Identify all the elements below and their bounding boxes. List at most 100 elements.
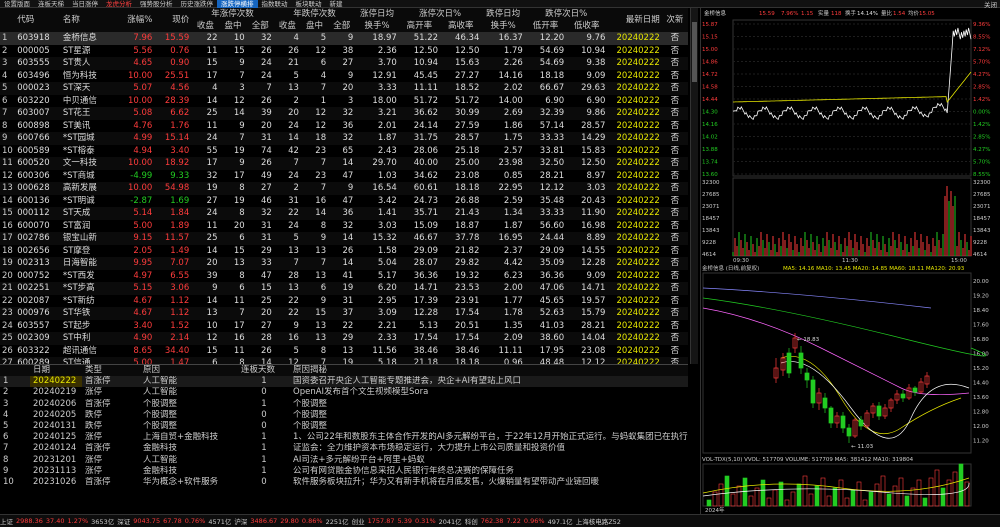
tab-0[interactable]: 设置版面: [0, 0, 34, 8]
tab-6[interactable]: 涨跌停横排: [217, 0, 258, 8]
table-row[interactable]: 16 600070 ST富润 5.00 1.89 11 20 31 24 8 32 3.03 15.09…: [0, 220, 688, 233]
reason-cell: 3: [3, 398, 9, 409]
table-row[interactable]: 12 600306 *ST商城 -4.99 9.33 32 17 49 24 23 47 1.03 34…: [0, 170, 688, 183]
table-cell: 2.43: [377, 145, 397, 156]
reason-row[interactable]: 1 20240222 首涨停 人工智能 1 国资委召开央企人工智能专题推进会，央企+AI有…: [0, 376, 688, 388]
table-row[interactable]: 7 603007 ST花王 5.08 6.62 25 14 39 20 12 32 3.21 36.62…: [0, 107, 688, 120]
table-cell: 26: [260, 45, 272, 56]
col-header[interactable]: 最新日期: [607, 8, 662, 32]
vol-bar: [730, 493, 736, 507]
col-header[interactable]: 名称: [60, 8, 113, 32]
vol-bar: [772, 489, 778, 507]
table-row[interactable]: 19 002313 日海智能 9.95 7.07 20 13 33 7 7 14 5.04 28.07 2…: [0, 257, 688, 270]
table-row[interactable]: 13 000628 高新发展 10.00 54.98 19 8 27 2 7 9 16.54 60.61…: [0, 182, 688, 195]
reason-col-header[interactable]: 原因揭秘: [290, 365, 688, 377]
scrollbar-thumb[interactable]: [692, 22, 697, 82]
table-row[interactable]: 18 002656 ST摩登 2.05 1.49 14 15 29 13 13 26 1.58 29.0…: [0, 245, 688, 258]
row-number: 24: [2, 320, 13, 331]
col-header[interactable]: 收盘: [191, 20, 220, 32]
status-item: 沪深: [234, 518, 248, 526]
tab-9[interactable]: 新建: [326, 0, 347, 8]
table-row[interactable]: 22 002087 *ST新纺 4.67 1.12 14 11 25 22 9 31 2.95 17.3…: [0, 295, 688, 308]
col-header[interactable]: 盘中: [219, 20, 247, 32]
table-row[interactable]: 25 002309 ST中利 4.90 2.14 12 16 28 16 13 29 2.33 17.5…: [0, 332, 688, 345]
reason-row[interactable]: 9 20231113 涨停 金融科技 1 公司有网贷融金协信息采招人民银行年终总决赛的保障…: [0, 466, 688, 477]
table-cell: 19: [233, 145, 245, 156]
table-row[interactable]: 11 600520 文一科技 10.00 18.92 17 9 26 7 7 14 29.70 40.0…: [0, 157, 688, 170]
col-header[interactable]: 低收率: [566, 20, 608, 32]
tab-3[interactable]: 龙虎分析: [102, 0, 136, 8]
reason-col-header[interactable]: 原因: [140, 365, 238, 377]
table-cell: 12: [315, 120, 327, 131]
reason-col-header[interactable]: 日期: [30, 365, 82, 377]
table-cell: 否: [670, 283, 680, 294]
table-cell: 11.11: [413, 83, 439, 94]
reason-row[interactable]: 7 20240124 首涨停 金融科技 1 证监会：全力维护资本市场稳定运行，大力提升上市…: [0, 443, 688, 454]
table-cell: 3.70: [377, 58, 397, 69]
table-cell: 3.40: [133, 320, 153, 331]
reason-row[interactable]: 5 20240131 跌停 个股调整 0 个股调整: [0, 421, 688, 432]
reason-cell: 20240125: [33, 432, 77, 443]
col-header[interactable]: 全部: [246, 20, 274, 32]
col-header[interactable]: 低开率: [524, 20, 567, 32]
col-header[interactable]: 高收率: [440, 20, 482, 32]
reason-row[interactable]: 4 20240205 跌停 个股调整 0 个股调整: [0, 410, 688, 421]
tab-8[interactable]: 板块联动: [292, 0, 326, 8]
table-row[interactable]: 17 002786 银宝山新 9.15 11.57 25 6 31 5 9 14 15.32 46.67…: [0, 232, 688, 245]
table-row[interactable]: 2 000005 ST星源 5.56 0.76 11 15 26 26 12 38 2.36 12.50…: [0, 45, 688, 58]
table-cell: 3.42: [377, 195, 397, 206]
table-row[interactable]: 5 000023 ST深天 5.07 4.56 4 3 7 13 7 20 3.33 11.11 18.5…: [0, 82, 688, 95]
table-row[interactable]: 14 600136 *ST明诚 -2.87 1.69 27 19 46 31 16 47 3.42 24…: [0, 195, 688, 208]
table-cell: 11: [206, 45, 218, 56]
table-row[interactable]: 21 002251 *ST步高 5.15 3.06 9 6 15 13 6 19 6.20 14.71 2…: [0, 282, 688, 295]
table-row[interactable]: 23 000976 ST华铁 4.67 1.12 13 7 20 22 15 37 3.09 12.28…: [0, 307, 688, 320]
tab-7[interactable]: 指数联动: [258, 0, 292, 8]
table-row[interactable]: 8 600898 ST美讯 4.76 1.76 11 9 20 24 12 36 2.01 24.14 2…: [0, 120, 688, 133]
col-header[interactable]: 换手%: [481, 20, 525, 32]
col-header[interactable]: 全部: [328, 20, 356, 32]
tab-1[interactable]: 连板天梯: [34, 0, 68, 8]
table-cell: 28.21: [581, 320, 606, 331]
table-row[interactable]: 3 603555 ST贵人 4.65 0.90 15 9 24 21 6 27 3.70 10.94 15…: [0, 57, 688, 70]
col-header[interactable]: 次新: [661, 8, 688, 32]
table-row[interactable]: 24 603557 ST起步 3.40 1.52 10 17 27 9 13 22 2.21 5.13 2…: [0, 320, 688, 333]
col-header[interactable]: 涨幅%: [113, 8, 155, 32]
table-cell: 7: [320, 158, 327, 169]
col-header[interactable]: 现价: [154, 8, 192, 32]
col-header[interactable]: 收盘: [273, 20, 301, 32]
reason-row[interactable]: 8 20231201 涨停 人工智能 1 AI司法+多元解纷平台+阿里+蚂蚁: [0, 455, 688, 466]
table-cell: 24: [288, 170, 299, 181]
tab-4[interactable]: 强势股分析: [136, 0, 177, 8]
vol-bar: [742, 477, 748, 507]
reason-col-header[interactable]: [0, 365, 30, 377]
table-row[interactable]: 9 600766 *ST园城 4.99 15.14 24 7 31 14 18 32 1.87 31.7…: [0, 132, 688, 145]
table-row[interactable]: 20 000752 *ST西发 4.97 6.55 39 8 47 28 13 41 5.17 36.3…: [0, 270, 688, 283]
table-scrollbar[interactable]: [690, 8, 698, 364]
vol-bar: [928, 477, 934, 507]
col-header[interactable]: 代码: [15, 8, 61, 32]
ma-line-60: [702, 297, 986, 357]
reason-row[interactable]: 10 20231026 首涨停 华为概念+软件服务 0 软件服务板块拉升；华为又有新手机将…: [0, 477, 688, 488]
tab-5[interactable]: 历史涨跌停: [177, 0, 218, 8]
table-cell: 29: [342, 333, 354, 344]
table-cell: 8: [239, 208, 245, 219]
col-header[interactable]: 高开率: [398, 20, 441, 32]
reason-panel: 日期 类型 原因 连板天数 原因揭秘 1 20240222 首涨停 人工智能 1 国资委召开央企人…: [0, 364, 688, 514]
table-row[interactable]: 10 600589 *ST榕泰 4.94 3.40 55 19 74 42 23 65 2.43 28.…: [0, 145, 688, 158]
table-row[interactable]: 15 000112 ST天成 5.14 1.84 24 8 32 22 14 36 1.41 35.71…: [0, 207, 688, 220]
col-header[interactable]: 盘中: [300, 20, 329, 32]
col-header[interactable]: 换手%: [355, 20, 399, 32]
reason-col-header[interactable]: 类型: [82, 365, 140, 377]
reason-col-header[interactable]: 连板天数: [238, 365, 290, 377]
table-row[interactable]: 1 603918 金桥信息 7.96 15.59 22 10 32 4 5 9 18.97 51.22 4…: [0, 32, 688, 45]
reason-row[interactable]: 2 20240219 涨停 人工智能 0 OpenAI发布首个文生视频模型Sora: [0, 387, 688, 398]
table-row[interactable]: 4 603496 恒为科技 10.00 25.51 17 7 24 5 4 9 12.91 45.45 2…: [0, 70, 688, 83]
reason-row[interactable]: 3 20240206 首涨停 个股调整 1 个股调整: [0, 399, 688, 410]
table-row[interactable]: 26 603322 超讯通信 8.65 34.40 15 11 26 5 8 13 11.56 38.4…: [0, 345, 688, 358]
tab-2[interactable]: 当日涨停: [68, 0, 102, 8]
table-row[interactable]: 6 603220 中贝通信 10.00 28.39 14 12 26 2 1 3 18.00 51.72…: [0, 95, 688, 108]
table-row[interactable]: 27 600289 ST信通 5.00 1.47 6 8 14 12 7 19 5.18 21.18 18…: [0, 357, 688, 364]
chart-canvas[interactable]: 金桥信息 15.59 7.96% 1.15 实量 118 换手 14.14% 量比 1.54 均价 1…: [701, 8, 1000, 514]
reason-row[interactable]: 6 20240125 涨停 上海自贸+金融科技 1 1、公司22年和数股东主体合作开发的A…: [0, 432, 688, 443]
table-cell: 1.75: [503, 133, 523, 144]
